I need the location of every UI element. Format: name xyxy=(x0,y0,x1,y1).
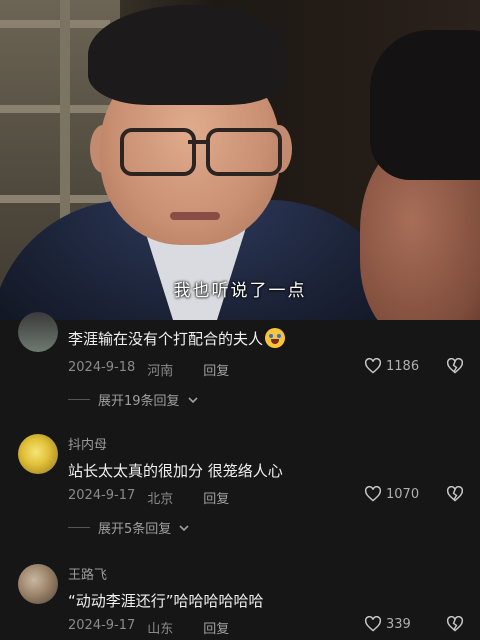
comment-date: 2024-9-17 xyxy=(68,618,136,633)
dislike-button[interactable] xyxy=(446,615,464,636)
reply-button[interactable]: 回复 xyxy=(203,488,229,507)
like-button[interactable]: 339 xyxy=(364,616,411,632)
comment-text: “动动李涯还行”哈哈哈哈哈哈 xyxy=(68,592,264,610)
comment-date: 2024-9-18 xyxy=(68,360,136,375)
dislike-button[interactable] xyxy=(446,485,464,506)
comment-location: 山东 xyxy=(147,622,174,637)
expand-replies-button[interactable]: 展开19条回复 xyxy=(68,390,198,409)
comment-meta: 2024-9-18 河南 回复 xyxy=(68,360,229,379)
dislike-button[interactable] xyxy=(446,357,464,378)
comment-text: 站长太太真的很加分 很笼络人心 xyxy=(68,462,283,480)
like-count: 1070 xyxy=(386,486,420,502)
comment-meta: 2024-9-17 山东 回复 xyxy=(68,618,229,637)
reply-button[interactable]: 回复 xyxy=(203,360,229,379)
avatar[interactable] xyxy=(18,434,58,474)
broken-heart-icon xyxy=(446,485,464,502)
chevron-down-icon xyxy=(179,524,189,531)
comment-location: 河南 xyxy=(147,364,174,379)
comment-location: 北京 xyxy=(147,492,174,507)
comment-text: 李涯输在没有个打配合的夫人 xyxy=(68,328,286,349)
like-count: 339 xyxy=(386,616,411,632)
expand-replies-label: 展开5条回复 xyxy=(98,522,172,537)
avatar[interactable] xyxy=(18,564,58,604)
video-player[interactable]: 我也听说了一点 xyxy=(0,0,480,320)
reply-button[interactable]: 回复 xyxy=(203,618,229,637)
comment-username[interactable]: 抖内母 xyxy=(68,434,107,453)
heart-outline-icon xyxy=(364,486,382,502)
comment-username[interactable]: 王路飞 xyxy=(68,564,107,583)
comment-meta: 2024-9-17 北京 回复 xyxy=(68,488,229,507)
avatar[interactable] xyxy=(18,312,58,352)
broken-heart-icon xyxy=(446,615,464,632)
comment-date: 2024-9-17 xyxy=(68,488,136,503)
video-subtitle: 我也听说了一点 xyxy=(173,281,307,301)
expand-replies-label: 展开19条回复 xyxy=(98,394,180,409)
heart-outline-icon xyxy=(364,616,382,632)
like-count: 1186 xyxy=(386,358,420,374)
like-button[interactable]: 1070 xyxy=(364,486,419,502)
laughing-crying-emoji-icon xyxy=(265,328,286,348)
broken-heart-icon xyxy=(446,357,464,374)
heart-outline-icon xyxy=(364,358,382,374)
chevron-down-icon xyxy=(187,396,198,403)
expand-replies-button[interactable]: 展开5条回复 xyxy=(68,518,189,537)
like-button[interactable]: 1186 xyxy=(364,358,419,374)
